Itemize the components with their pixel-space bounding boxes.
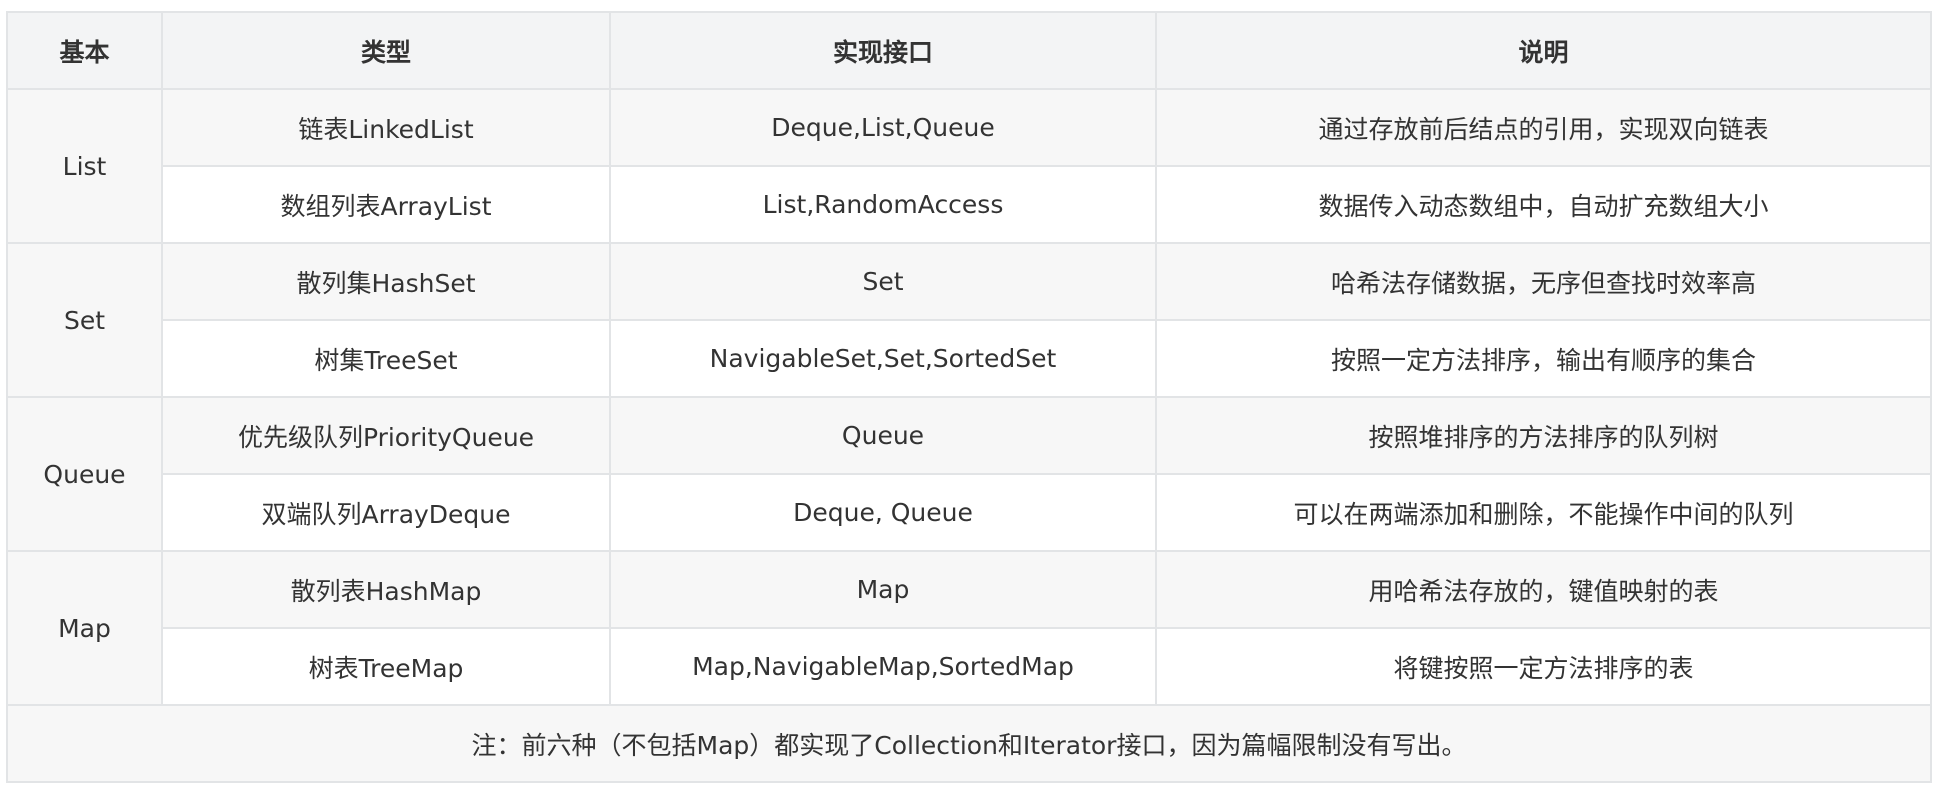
table-row: 树表TreeMap Map,NavigableMap,SortedMap 将键按… <box>7 627 1932 706</box>
table-row: 双端队列ArrayDeque Deque, Queue 可以在两端添加和删除，不… <box>7 473 1932 552</box>
description-cell: 将键按照一定方法排序的表 <box>1155 627 1932 706</box>
description-cell: 通过存放前后结点的引用，实现双向链表 <box>1155 88 1932 167</box>
group-cell-list: List <box>6 88 163 244</box>
group-cell-map: Map <box>6 550 163 706</box>
description-cell: 按照堆排序的方法排序的队列树 <box>1155 396 1932 475</box>
table-note: 注：前六种（不包括Map）都实现了Collection和Iterator接口，因… <box>6 704 1932 783</box>
interfaces-cell: Map <box>609 550 1157 629</box>
interfaces-cell: Deque, Queue <box>609 473 1157 552</box>
note-row: 注：前六种（不包括Map）都实现了Collection和Iterator接口，因… <box>6 704 1932 783</box>
header-type: 类型 <box>161 11 611 90</box>
interfaces-cell: Set <box>609 242 1157 321</box>
header-description: 说明 <box>1155 11 1932 90</box>
collections-table-container: 基本 类型 实现接口 说明 List 链表LinkedList Deque,Li… <box>6 11 1932 783</box>
type-cell: 散列表HashMap <box>161 550 611 629</box>
interfaces-cell: NavigableSet,Set,SortedSet <box>609 319 1157 398</box>
table-row: Set 散列集HashSet Set 哈希法存储数据，无序但查找时效率高 <box>6 242 1932 398</box>
group-cell-set: Set <box>6 242 163 398</box>
table-row: Map 散列表HashMap Map 用哈希法存放的，键值映射的表 <box>6 550 1932 706</box>
interfaces-cell: Queue <box>609 396 1157 475</box>
table-row: Queue 优先级队列PriorityQueue Queue 按照堆排序的方法排… <box>6 396 1932 552</box>
table-row: 树集TreeSet NavigableSet,Set,SortedSet 按照一… <box>7 319 1932 398</box>
interfaces-cell: Deque,List,Queue <box>609 88 1157 167</box>
type-cell: 链表LinkedList <box>161 88 611 167</box>
type-cell: 树集TreeSet <box>161 319 611 398</box>
description-cell: 用哈希法存放的，键值映射的表 <box>1155 550 1932 629</box>
header-interfaces: 实现接口 <box>609 11 1157 90</box>
header-basic: 基本 <box>6 11 163 90</box>
table-row: 数组列表ArrayList List,RandomAccess 数据传入动态数组… <box>7 165 1932 244</box>
type-cell: 散列集HashSet <box>161 242 611 321</box>
type-cell: 双端队列ArrayDeque <box>161 473 611 552</box>
header-row: 基本 类型 实现接口 说明 <box>6 11 1932 90</box>
interfaces-cell: Map,NavigableMap,SortedMap <box>609 627 1157 706</box>
description-cell: 按照一定方法排序，输出有顺序的集合 <box>1155 319 1932 398</box>
description-cell: 哈希法存储数据，无序但查找时效率高 <box>1155 242 1932 321</box>
type-cell: 数组列表ArrayList <box>161 165 611 244</box>
description-cell: 数据传入动态数组中，自动扩充数组大小 <box>1155 165 1932 244</box>
interfaces-cell: List,RandomAccess <box>609 165 1157 244</box>
type-cell: 优先级队列PriorityQueue <box>161 396 611 475</box>
collections-table: 基本 类型 实现接口 说明 List 链表LinkedList Deque,Li… <box>6 11 1932 783</box>
table-row: List 链表LinkedList Deque,List,Queue 通过存放前… <box>6 88 1932 244</box>
group-cell-queue: Queue <box>6 396 163 552</box>
description-cell: 可以在两端添加和删除，不能操作中间的队列 <box>1155 473 1932 552</box>
type-cell: 树表TreeMap <box>161 627 611 706</box>
